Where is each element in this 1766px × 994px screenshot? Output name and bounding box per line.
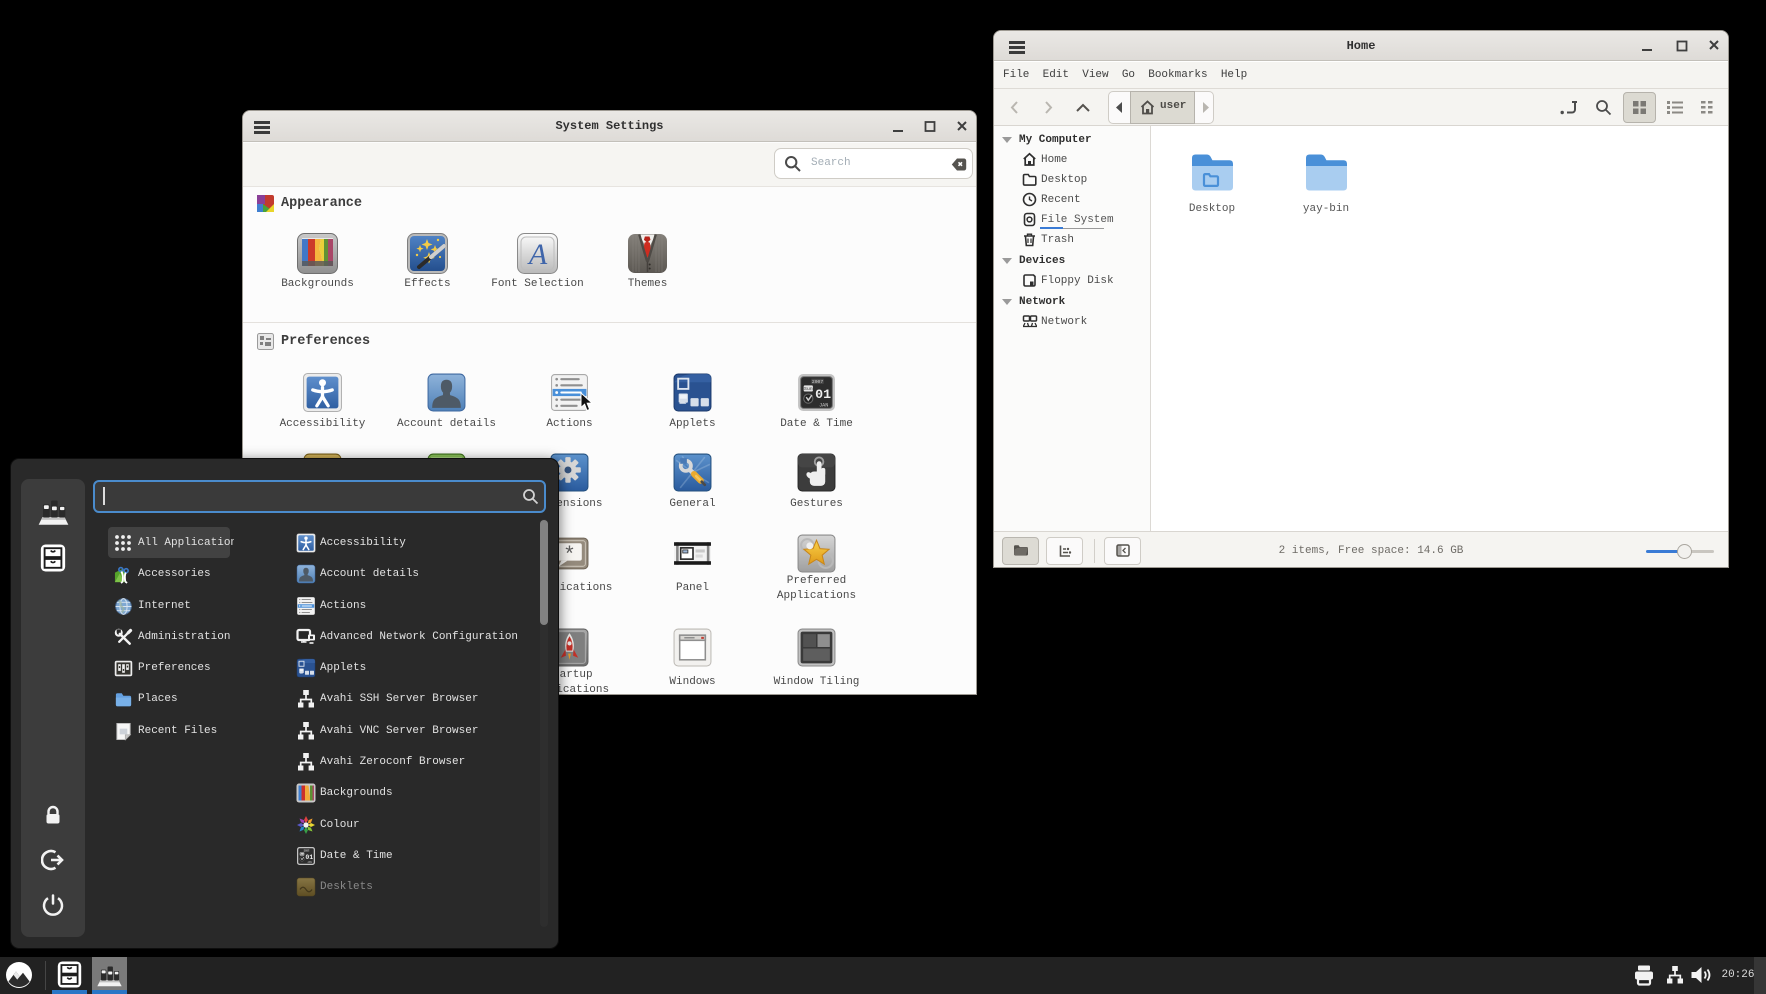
svg-text:A: A — [527, 238, 548, 271]
